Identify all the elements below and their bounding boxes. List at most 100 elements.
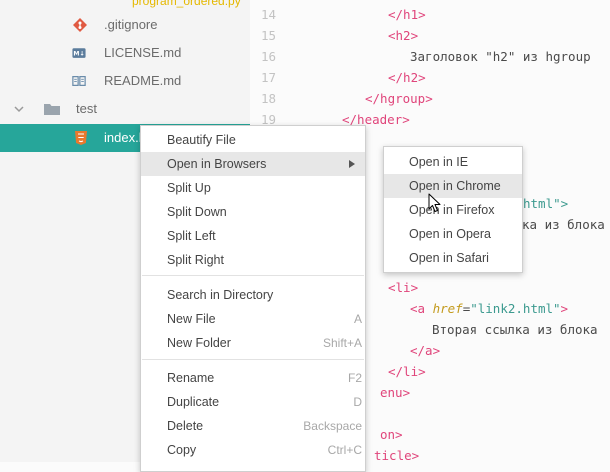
menu-separator bbox=[142, 359, 364, 360]
menu-item-new-file[interactable]: New File A bbox=[141, 307, 365, 331]
menu-item-open-in-browsers[interactable]: Open in Browsers bbox=[141, 152, 365, 176]
line-number: 16 bbox=[260, 49, 276, 64]
code-token: html"> bbox=[523, 196, 569, 211]
menu-item-shortcut: A bbox=[353, 312, 362, 326]
code-token: </li> bbox=[388, 364, 426, 379]
menu-item-label: Search in Directory bbox=[167, 288, 274, 302]
submenu-item-label: Open in Firefox bbox=[409, 203, 495, 217]
menu-item-rename[interactable]: Rename F2 bbox=[141, 366, 365, 390]
open-in-browsers-submenu: Open in IE Open in Chrome Open in Firefo… bbox=[383, 146, 523, 273]
code-token: <li> bbox=[388, 280, 419, 295]
code-line-li-close: </li> bbox=[388, 364, 426, 379]
menu-item-shortcut: Backspace bbox=[303, 419, 362, 433]
menu-item-label: Duplicate bbox=[167, 395, 220, 409]
code-token: on> bbox=[380, 427, 403, 442]
line-number: 18 bbox=[260, 91, 276, 106]
menu-item-label: Split Left bbox=[167, 229, 216, 243]
tree-item-readme[interactable]: README.md bbox=[0, 67, 250, 95]
code-token: href bbox=[432, 301, 463, 316]
menu-item-duplicate[interactable]: Duplicate D bbox=[141, 390, 365, 414]
menu-item-split-right[interactable]: Split Right bbox=[141, 248, 365, 272]
code-token: Вторая ссылка из блока bbox=[432, 322, 598, 337]
code-line-link-text: Вторая ссылка из блока bbox=[432, 322, 598, 337]
tree-item-label: .gitignore bbox=[104, 17, 158, 32]
menu-item-label: Split Up bbox=[167, 181, 211, 195]
menu-item-label: Delete bbox=[167, 419, 204, 433]
submenu-item-chrome[interactable]: Open in Chrome bbox=[384, 174, 522, 198]
code-token: </h1> bbox=[388, 7, 426, 22]
context-menu: Beautify File Open in Browsers Split Up … bbox=[140, 125, 366, 472]
code-line-14: </h1> bbox=[388, 7, 426, 22]
svg-text:M↓: M↓ bbox=[73, 51, 84, 58]
code-token: ticle> bbox=[374, 448, 420, 462]
menu-item-copy[interactable]: Copy Ctrl+C bbox=[141, 438, 365, 462]
menu-item-shortcut: F2 bbox=[347, 371, 362, 385]
markdown-icon: M↓ bbox=[72, 48, 86, 58]
menu-item-delete[interactable]: Delete Backspace bbox=[141, 414, 365, 438]
code-token: enu> bbox=[380, 385, 411, 400]
menu-item-label: Split Down bbox=[167, 205, 227, 219]
menu-item-label: New File bbox=[167, 312, 216, 326]
menu-item-shortcut: D bbox=[353, 395, 362, 409]
code-line-fragment: ticle> bbox=[374, 448, 419, 462]
submenu-item-label: Open in Opera bbox=[409, 227, 491, 241]
menu-item-beautify-file[interactable]: Beautify File bbox=[141, 128, 365, 152]
submenu-item-label: Open in IE bbox=[409, 155, 469, 169]
code-token: Заголовок "h2" из hgroup bbox=[410, 49, 591, 64]
code-token: </a> bbox=[410, 343, 441, 358]
tree-item-label: program_ordered.py bbox=[132, 0, 241, 8]
code-token: </hgroup> bbox=[365, 91, 433, 106]
code-line-a-close: </a> bbox=[410, 343, 440, 358]
code-token: ка из блока bbox=[522, 217, 605, 232]
code-line-fragment: ка из блока bbox=[522, 217, 605, 232]
line-number: 14 bbox=[260, 7, 276, 22]
readme-icon bbox=[72, 76, 86, 86]
code-token: "link2.html" bbox=[470, 301, 561, 316]
chevron-down-icon[interactable] bbox=[14, 104, 24, 114]
menu-item-split-up[interactable]: Split Up bbox=[141, 176, 365, 200]
code-line-a-open: <a href="link2.html"> bbox=[410, 301, 568, 316]
menu-item-label: Copy bbox=[167, 443, 197, 457]
menu-item-search-in-directory[interactable]: Search in Directory bbox=[141, 283, 365, 307]
code-token: </h2> bbox=[388, 70, 426, 85]
menu-item-shortcut: Ctrl+C bbox=[327, 443, 362, 457]
line-number: 17 bbox=[260, 70, 276, 85]
code-line-fragment: on> bbox=[380, 427, 403, 442]
tree-item-label: test bbox=[76, 101, 97, 116]
submenu-item-safari[interactable]: Open in Safari bbox=[384, 246, 522, 270]
html5-icon bbox=[75, 131, 87, 145]
code-token: <h2> bbox=[388, 28, 419, 43]
code-line-li-open: <li> bbox=[388, 280, 418, 295]
submenu-item-opera[interactable]: Open in Opera bbox=[384, 222, 522, 246]
menu-separator bbox=[142, 275, 364, 276]
menu-item-new-folder[interactable]: New Folder Shift+A bbox=[141, 331, 365, 355]
menu-item-label: Open in Browsers bbox=[167, 157, 267, 171]
mouse-cursor-icon bbox=[428, 193, 441, 212]
submenu-item-firefox[interactable]: Open in Firefox bbox=[384, 198, 522, 222]
menu-item-split-down[interactable]: Split Down bbox=[141, 200, 365, 224]
submenu-item-label: Open in Safari bbox=[409, 251, 489, 265]
tree-item-test-folder[interactable]: test bbox=[0, 95, 250, 123]
submenu-item-label: Open in Chrome bbox=[409, 179, 501, 193]
code-line-17: </h2> bbox=[388, 70, 426, 85]
tree-item-label: LICENSE.md bbox=[104, 45, 182, 60]
code-line-18: </hgroup> bbox=[365, 91, 433, 106]
menu-item-label: New Folder bbox=[167, 336, 231, 350]
code-token: <a bbox=[410, 301, 426, 316]
menu-item-shortcut: Shift+A bbox=[322, 336, 362, 350]
tree-item-license[interactable]: M↓ LICENSE.md bbox=[0, 39, 250, 67]
submenu-arrow-icon bbox=[349, 160, 355, 168]
menu-item-split-left[interactable]: Split Left bbox=[141, 224, 365, 248]
menu-item-label: Split Right bbox=[167, 253, 224, 267]
code-line-16: Заголовок "h2" из hgroup bbox=[410, 49, 591, 64]
code-line-fragment: enu> bbox=[380, 385, 410, 400]
code-line-fragment: html"> bbox=[523, 196, 568, 211]
folder-icon bbox=[44, 104, 60, 115]
tree-item-gitignore[interactable]: .gitignore bbox=[0, 11, 250, 39]
menu-item-label: Beautify File bbox=[167, 133, 236, 147]
code-line-15: <h2> bbox=[388, 28, 418, 43]
menu-item-label: Rename bbox=[167, 371, 215, 385]
code-token: > bbox=[560, 301, 569, 316]
submenu-item-ie[interactable]: Open in IE bbox=[384, 150, 522, 174]
tree-item-label: README.md bbox=[104, 73, 182, 88]
